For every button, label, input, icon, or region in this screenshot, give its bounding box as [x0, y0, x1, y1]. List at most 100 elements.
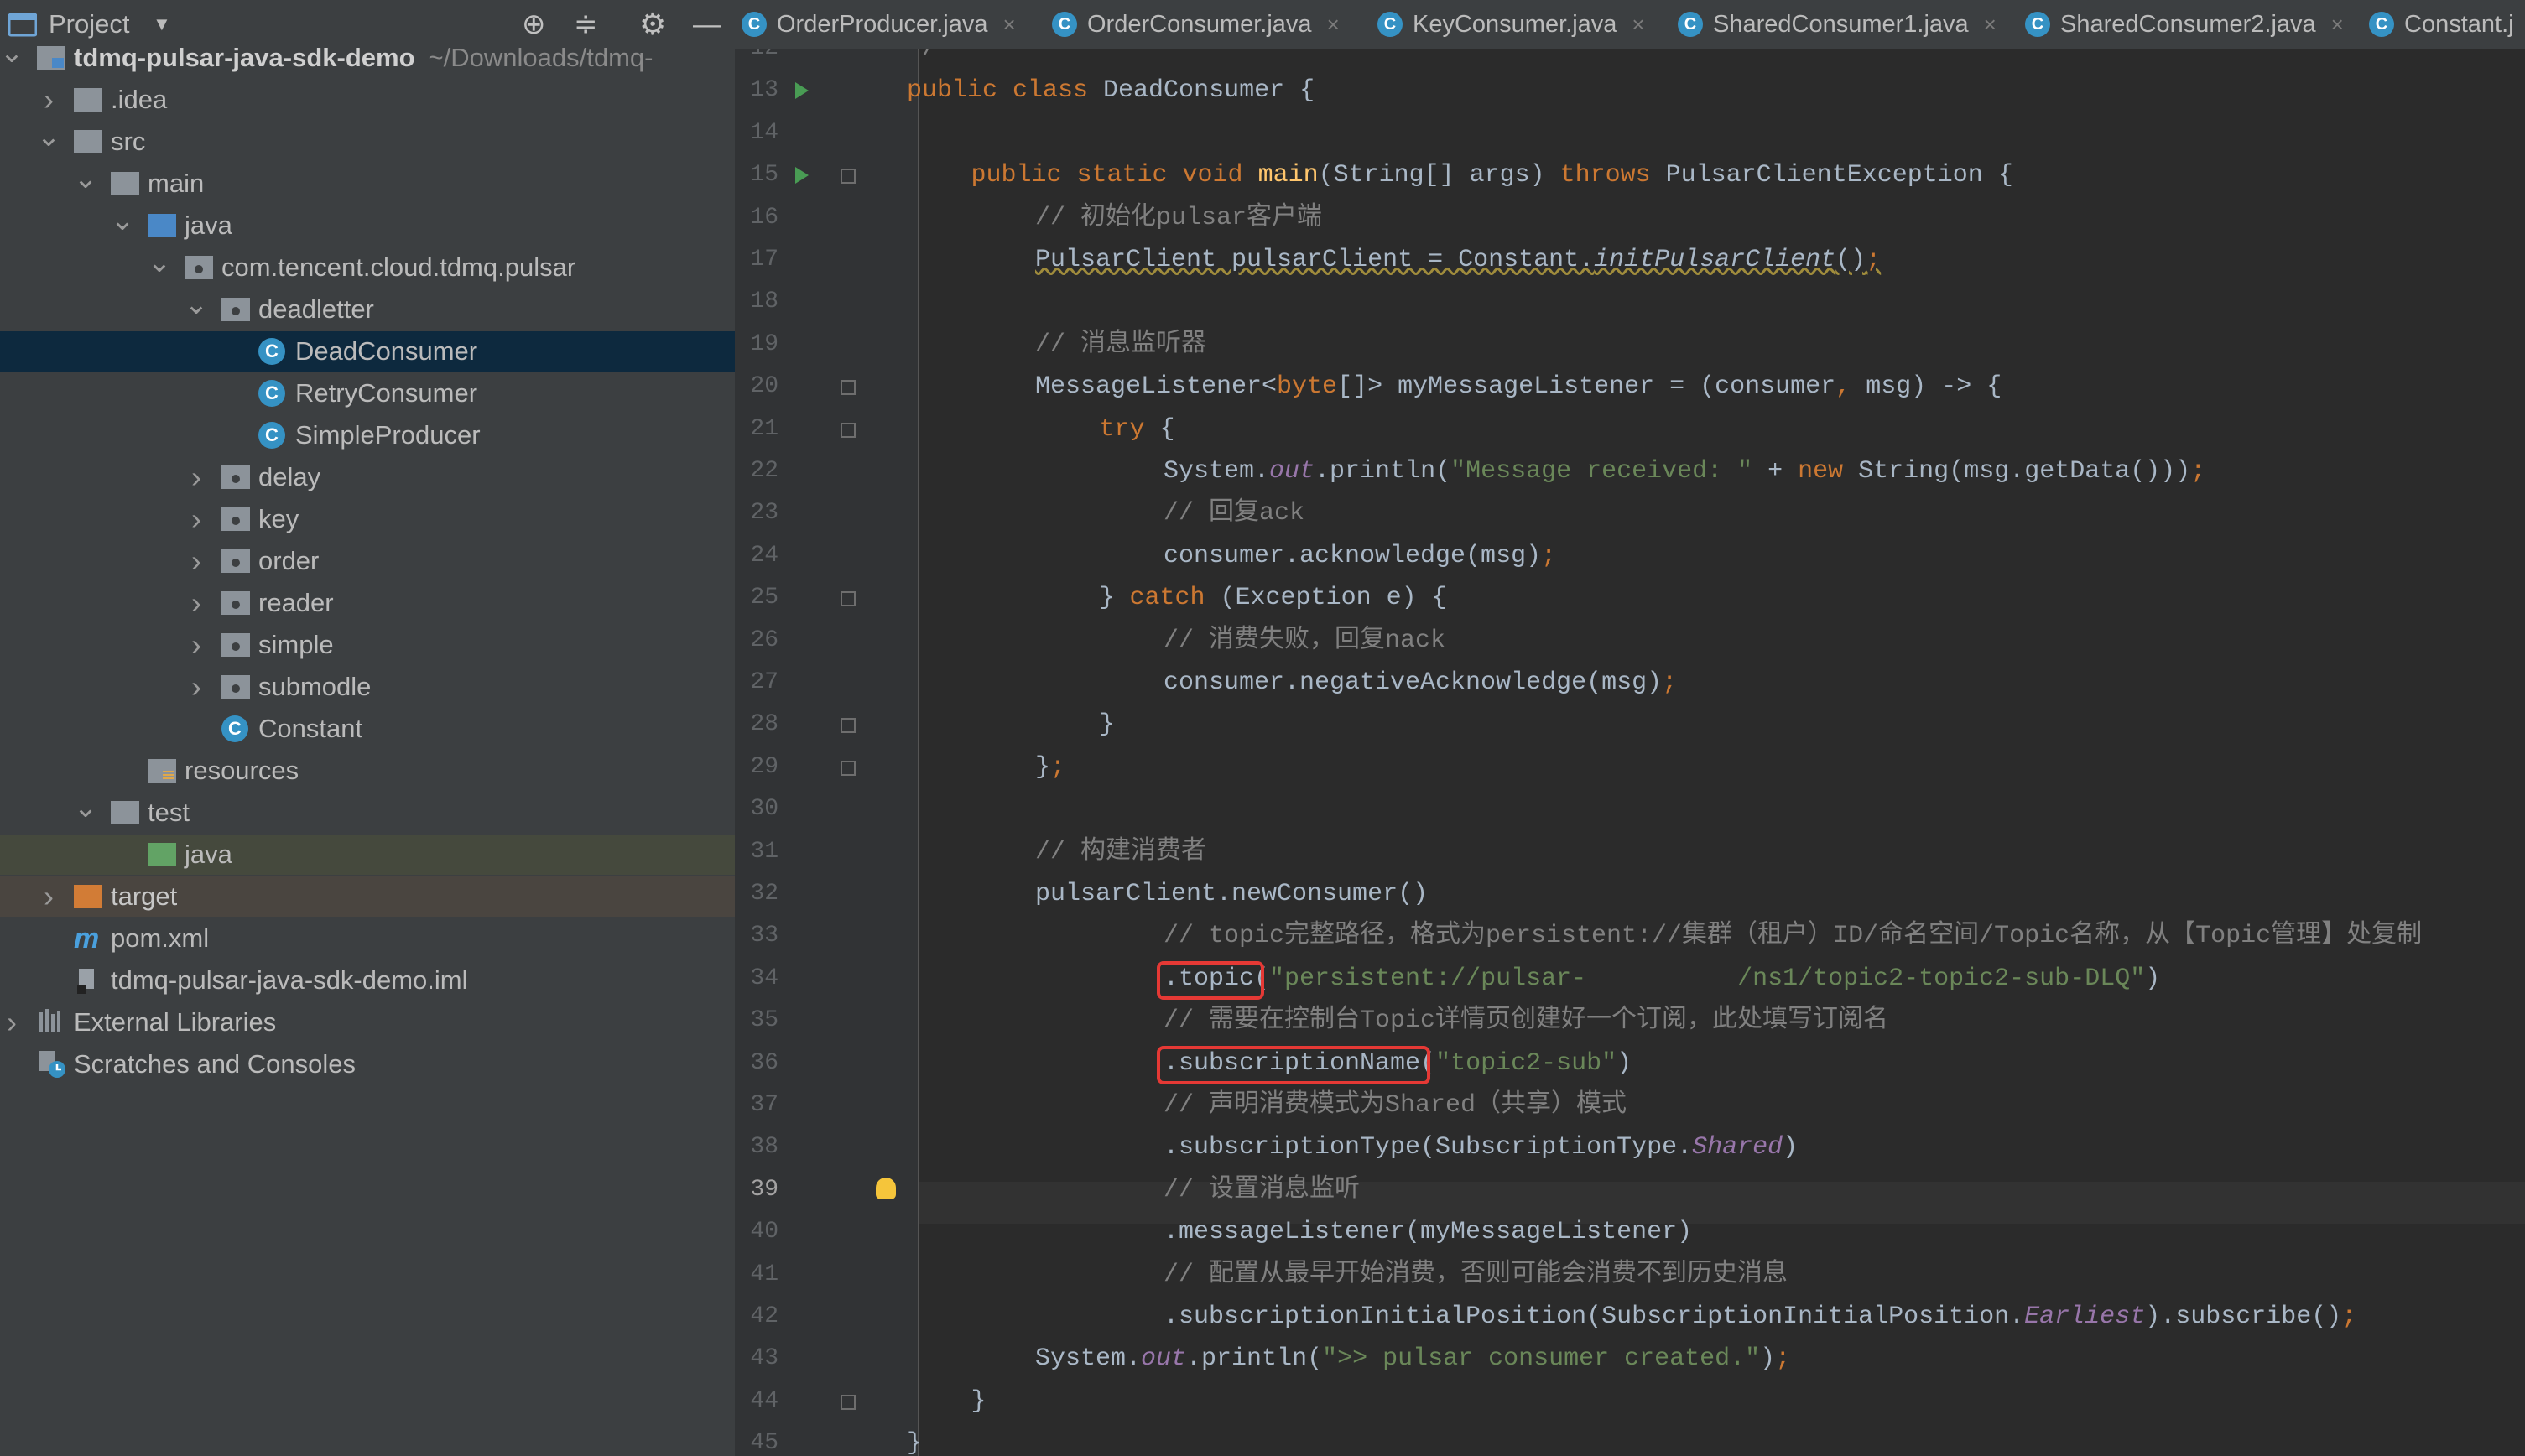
line-number: 35: [750, 1007, 778, 1034]
tree-item[interactable]: java: [0, 835, 735, 875]
tree-item-text: java: [185, 211, 232, 240]
editor-tab[interactable]: C OrderProducer.java ×: [742, 0, 1016, 49]
chevron-down-icon[interactable]: ⌄: [74, 159, 98, 199]
java-class-icon: C: [2025, 12, 2050, 37]
fold-icon[interactable]: [841, 760, 856, 776]
tree-item[interactable]: C SimpleProducer: [0, 415, 735, 455]
editor-tab[interactable]: C Constant.j: [2369, 0, 2514, 49]
java-class-icon: C: [1377, 12, 1403, 37]
intention-bulb-icon[interactable]: [876, 1177, 896, 1199]
close-tab-icon[interactable]: ×: [1984, 12, 1997, 38]
tree-item[interactable]: Scratches and Consoles: [0, 1044, 735, 1084]
tree-item[interactable]: ⌄ main: [0, 163, 735, 204]
line-number: 28: [750, 711, 778, 738]
code-editor[interactable]: 12 13 14 15 16 17 18 19 20 21 22 23 24 25 26 27 28 29 30 31…: [735, 49, 2525, 1456]
chevron-down-icon[interactable]: ⌄: [37, 117, 61, 157]
chevron-right-icon[interactable]: ›: [185, 499, 208, 539]
chevron-right-icon[interactable]: ›: [185, 583, 208, 623]
package-icon: [221, 591, 250, 615]
chevron-down-icon[interactable]: ⌄: [0, 33, 23, 73]
tree-item[interactable]: › delay: [0, 457, 735, 497]
tree-item[interactable]: › submodle: [0, 667, 735, 707]
code-token: pulsarClient.newConsumer(): [1035, 880, 1429, 908]
close-tab-icon[interactable]: ×: [2331, 12, 2344, 38]
code-token: new: [1798, 457, 1859, 486]
chevron-down-icon[interactable]: ⌄: [185, 284, 209, 325]
chevron-right-icon[interactable]: ›: [37, 80, 60, 120]
chevron-down-icon[interactable]: ⌄: [74, 788, 98, 828]
tree-item-text: .idea: [111, 85, 168, 114]
run-icon[interactable]: [795, 82, 809, 100]
code-token: ): [1617, 1048, 1632, 1078]
code-token: .println(: [1315, 457, 1451, 486]
tree-item[interactable]: › order: [0, 541, 735, 581]
line-number: 38: [750, 1134, 778, 1161]
chevron-right-icon[interactable]: ›: [185, 625, 208, 665]
code-token: PulsarClient pulsarClient = Constant.: [1035, 246, 1595, 274]
chevron-right-icon[interactable]: ›: [37, 876, 60, 917]
project-tool-window: Project ▼ ⊕ ≑ ⚙ — ⌄ tdmq-pulsar-java-sdk-…: [0, 0, 735, 1456]
tree-item[interactable]: ⌄ test: [0, 792, 735, 833]
chevron-right-icon[interactable]: ›: [0, 1002, 23, 1043]
code-line: }: [1100, 704, 1115, 746]
run-icon[interactable]: [795, 167, 809, 185]
editor-tab[interactable]: C KeyConsumer.java ×: [1377, 0, 1645, 49]
tree-item[interactable]: tdmq-pulsar-java-sdk-demo.iml: [0, 960, 735, 1001]
tree-item[interactable]: › target: [0, 876, 735, 917]
class-icon: C: [258, 338, 285, 365]
line-number: 34: [750, 965, 778, 991]
code-line: consumer.negativeAcknowledge(msg);: [1164, 662, 1677, 704]
tree-item-label: java: [185, 205, 232, 246]
tree-item[interactable]: ⌄ tdmq-pulsar-java-sdk-demo ~/Downloads/td…: [0, 37, 735, 78]
line-number: 17: [750, 247, 778, 273]
tree-item[interactable]: resources: [0, 751, 735, 791]
line-number: 15: [750, 162, 778, 189]
tree-item[interactable]: › .idea: [0, 80, 735, 120]
tree-item[interactable]: › simple: [0, 625, 735, 665]
chevron-down-icon[interactable]: ⌄: [111, 200, 135, 241]
tree-item-label: submodle: [258, 667, 371, 707]
fold-icon[interactable]: [841, 718, 856, 734]
tree-item[interactable]: C RetryConsumer: [0, 373, 735, 413]
close-tab-icon[interactable]: ×: [1002, 12, 1015, 38]
code-token: (): [1835, 246, 1866, 274]
chevron-right-icon[interactable]: ›: [185, 457, 208, 497]
close-tab-icon[interactable]: ×: [1632, 12, 1644, 38]
fold-icon[interactable]: [841, 422, 856, 438]
package-icon: [221, 507, 250, 531]
code-line: }: [971, 1381, 987, 1422]
code-token: msg) -> {: [1866, 372, 2002, 402]
chevron-right-icon[interactable]: ›: [185, 667, 208, 707]
java-class-icon: C: [2369, 12, 2394, 37]
fold-icon[interactable]: [841, 380, 856, 396]
chevron-down-icon[interactable]: ⌄: [148, 242, 172, 283]
fold-icon[interactable]: [841, 169, 856, 185]
tree-item[interactable]: C Constant: [0, 709, 735, 749]
tree-item[interactable]: › reader: [0, 583, 735, 623]
tree-item[interactable]: ⌄ com.tencent.cloud.tdmq.pulsar: [0, 247, 735, 288]
editor-tab[interactable]: C SharedConsumer1.java ×: [1678, 0, 1997, 49]
fold-icon[interactable]: [841, 1394, 856, 1410]
tree-item[interactable]: ⌄ src: [0, 121, 735, 162]
tree-item[interactable]: ⌄ java: [0, 205, 735, 246]
code-token: ">> pulsar consumer created.": [1322, 1344, 1761, 1374]
editor-tab[interactable]: C OrderConsumer.java ×: [1052, 0, 1340, 49]
line-number: 45: [750, 1430, 778, 1456]
code-token: // 初始化pulsar客户端: [1035, 203, 1323, 232]
code-token: "persistent://pulsar-: [1269, 964, 1587, 993]
tree-item[interactable]: ⌄ deadletter: [0, 289, 735, 330]
code-token: .messageListener(myMessageListener): [1164, 1218, 1693, 1247]
tree-item[interactable]: › External Libraries: [0, 1002, 735, 1043]
tree-item[interactable]: C DeadConsumer: [0, 331, 735, 372]
current-line-highlight: [919, 1182, 2525, 1224]
tree-item-text: simple: [258, 630, 334, 659]
chevron-right-icon[interactable]: ›: [185, 541, 208, 581]
editor-tab[interactable]: C SharedConsumer2.java ×: [2025, 0, 2344, 49]
code-token: }: [1099, 710, 1115, 740]
fold-icon[interactable]: [841, 591, 856, 607]
code-token: System.: [1035, 1344, 1142, 1374]
close-tab-icon[interactable]: ×: [1327, 12, 1340, 38]
tree-item[interactable]: › key: [0, 499, 735, 539]
tree-item[interactable]: m pom.xml: [0, 918, 735, 959]
